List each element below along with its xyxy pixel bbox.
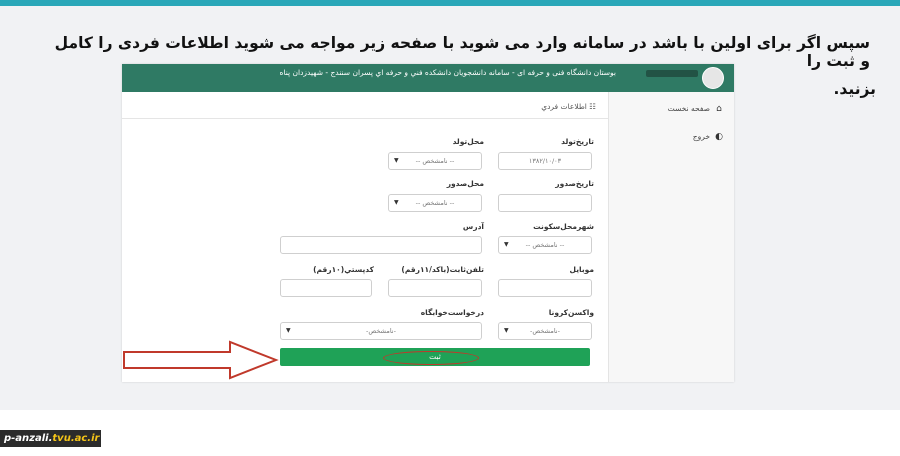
dorm-request-label: درخواست‌خوابگاه — [420, 308, 484, 317]
highlight-oval — [383, 351, 479, 365]
dorm-request-value: -نامشخص- — [366, 327, 396, 335]
sidebar-item-label: صفحه نخست — [667, 104, 710, 113]
birth-place-value: -- نامشخص -- — [415, 157, 455, 165]
covid-vaccine-value: -نامشخص- — [530, 327, 560, 335]
arrow-right-icon — [123, 340, 279, 380]
birth-date-field[interactable]: ۱۳۸۲/۱۰/۰۳ — [498, 152, 592, 170]
residence-city-value: -- نامشخص -- — [525, 241, 565, 249]
sidebar-item-logout[interactable]: ◐ خروج — [614, 132, 724, 142]
avatar[interactable] — [702, 67, 724, 89]
list-icon: ☷ — [589, 102, 596, 111]
birth-date-label: تاریخ‌تولد — [561, 137, 594, 146]
mobile-field[interactable] — [498, 279, 592, 297]
app-brand-title: بوستان دانشگاه فنی و حرفه ای - سامانه دا… — [279, 68, 616, 77]
address-field[interactable] — [280, 236, 482, 254]
issue-date-field[interactable] — [498, 194, 592, 212]
site-host: p-anzali. — [4, 433, 53, 444]
panel-title-text: اطلاعات فردي — [541, 102, 587, 111]
chevron-down-icon: ▼ — [504, 241, 509, 248]
toggle-icon: ◐ — [715, 132, 723, 142]
issue-place-label: محل‌صدور — [446, 179, 484, 188]
chevron-down-icon: ▼ — [394, 199, 399, 206]
dorm-request-select[interactable]: ▼ -نامشخص- — [280, 322, 482, 340]
chevron-down-icon: ▼ — [286, 327, 291, 334]
chevron-down-icon: ▼ — [394, 157, 399, 164]
panel-title: ☷ اطلاعات فردي — [396, 102, 596, 111]
site-domain: tvu.ac.ir — [52, 433, 100, 444]
divider — [122, 118, 608, 119]
app-header: بوستان دانشگاه فنی و حرفه ای - سامانه دا… — [122, 64, 734, 92]
issue-place-select[interactable]: ▼ -- نامشخص -- — [388, 194, 482, 212]
landline-field[interactable] — [388, 279, 482, 297]
residence-city-select[interactable]: ▼ -- نامشخص -- — [498, 236, 592, 254]
sidebar: ⌂ صفحه نخست ◐ خروج — [608, 92, 734, 382]
chevron-down-icon: ▼ — [504, 327, 509, 334]
mobile-label: موبایل — [569, 265, 595, 274]
birth-place-select[interactable]: ▼ -- نامشخص -- — [388, 152, 482, 170]
issue-place-value: -- نامشخص -- — [415, 199, 455, 207]
issue-date-label: تاریخ‌صدور — [555, 179, 594, 188]
address-label: آدرس — [462, 222, 484, 231]
covid-vaccine-select[interactable]: ▼ -نامشخص- — [498, 322, 592, 340]
home-icon: ⌂ — [716, 104, 722, 114]
sidebar-item-home[interactable]: ⌂ صفحه نخست — [614, 104, 724, 114]
postal-code-label: کدپستي(۱۰رقم) — [313, 265, 374, 274]
residence-city-label: شهرمحل‌سکونت — [533, 222, 594, 231]
covid-vaccine-label: واکسن‌کرونا — [548, 308, 594, 317]
page: سپس اگر برای اولین با باشد در سامانه وار… — [0, 0, 900, 456]
landline-label: تلفن‌ثابت(باکد/۱۱رقم) — [401, 265, 484, 274]
postal-code-field[interactable] — [280, 279, 372, 297]
redacted-username — [646, 70, 698, 77]
embedded-screenshot: بوستان دانشگاه فنی و حرفه ای - سامانه دا… — [122, 64, 734, 382]
instruction-text-line-2: بزنید. — [833, 80, 876, 98]
site-url-badge: p-anzali.tvu.ac.ir — [0, 430, 101, 447]
sidebar-item-label: خروج — [692, 132, 710, 141]
birth-place-label: محل‌تولد — [452, 137, 484, 146]
